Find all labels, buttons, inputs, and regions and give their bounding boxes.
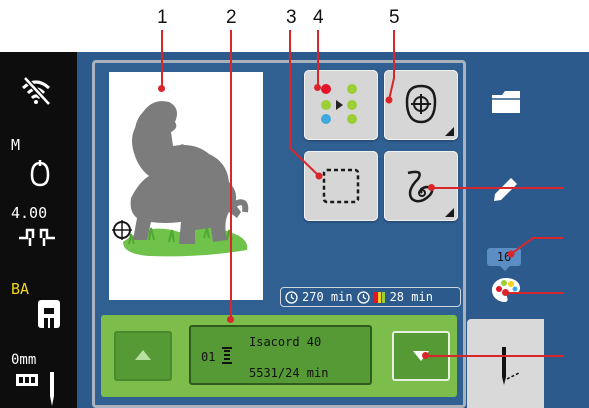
callout-3: 3 [286,7,297,28]
callout-1: 1 [157,7,168,28]
design-preview[interactable] [109,72,263,300]
leader-line-8 [505,292,564,294]
edit-stitches-button[interactable] [384,151,458,221]
wifi-off-icon [21,76,51,106]
embroidery-design-image [123,101,249,257]
color-bars-icon [373,291,385,303]
leader-dot-4 [314,84,321,91]
callout-5: 5 [389,7,400,28]
left-status-bar: M 4.00 BA 0mm [0,52,77,408]
presser-foot-letter: M [11,136,21,154]
total-time: 270 min [302,290,353,304]
presser-foot-code: BA [11,280,30,298]
leader-line-3 [289,30,323,180]
start-embroidery-button[interactable] [467,319,544,408]
leader-line-2 [230,30,232,320]
thread-color-number: 01 [201,350,216,364]
feed-dog-icon [16,372,54,406]
badge-pointer [500,266,510,271]
presser-foot-height: 0mm [11,352,37,368]
leader-line-6 [432,187,564,189]
leader-line-5 [385,30,395,104]
thread-name: Isacord 40 [249,335,322,349]
center-crosshair-icon [112,220,132,240]
thread-stitch-time: 5531/24 min [249,366,329,380]
leader-dot-6 [428,184,435,191]
remaining-time: 28 min [389,290,433,304]
stitch-width-icon [19,228,55,246]
leader-dot-8 [502,289,509,296]
leader-dot-1 [158,85,165,92]
leader-dot-9 [422,352,429,359]
submenu-corner-indicator [445,208,454,217]
leader-line-9 [425,355,564,357]
stitch-path-icon [407,170,434,203]
leader-line-7 [507,237,563,258]
needle-icon [502,347,520,385]
edit-pencil-icon[interactable] [491,174,521,204]
move-hoop-icon [405,84,437,124]
previous-color-button[interactable] [114,331,172,381]
leader-line-1 [161,30,163,88]
presser-foot-icon [30,160,50,187]
folder-icon[interactable] [489,89,523,117]
clock-icon [356,290,370,304]
stitch-width-value: 4.00 [11,204,48,222]
callout-4: 4 [313,7,324,28]
embroidery-time-display: 270 min 28 min [280,287,461,307]
arrow-up-icon [135,350,151,360]
dashed-frame-icon [322,168,360,204]
bobbin-case-icon [38,300,60,328]
leader-dot-2 [227,316,234,323]
submenu-corner-indicator [445,127,454,136]
thread-info-panel[interactable]: 01 Isacord 40 5531/24 min [189,325,372,385]
callout-2: 2 [226,7,237,28]
thread-spool-icon [222,347,232,364]
leader-line-4 [317,30,319,86]
clock-icon [285,290,298,304]
